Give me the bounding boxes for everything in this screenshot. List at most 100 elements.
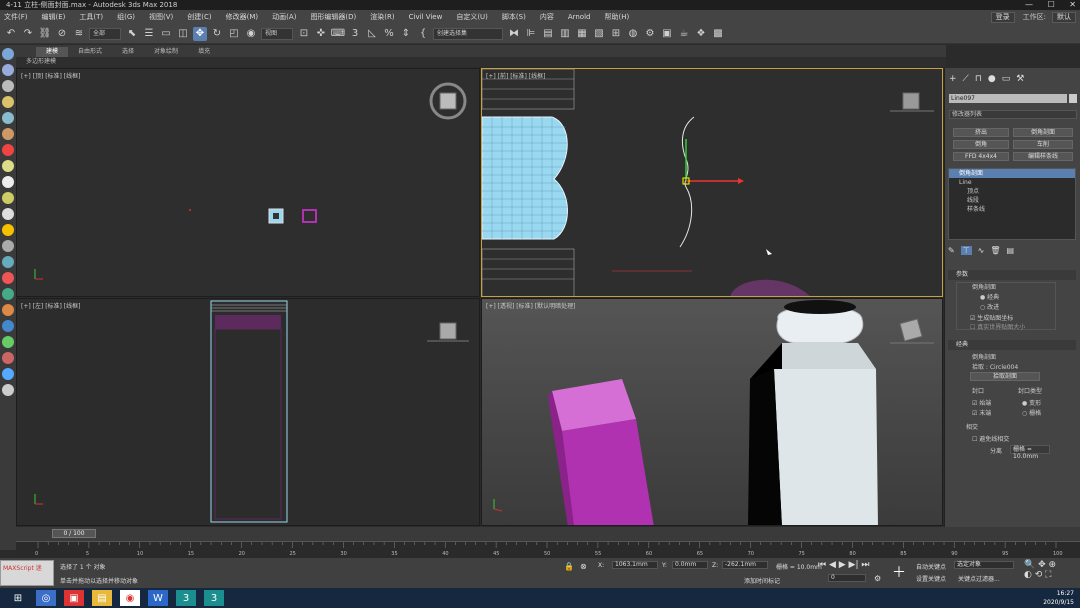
selection-filter-dropdown[interactable]: 全部 bbox=[89, 27, 121, 40]
menu-tools[interactable]: 工具(T) bbox=[79, 12, 103, 22]
cap-morph-radio[interactable]: ● 变形 bbox=[1022, 398, 1041, 407]
lathe-button[interactable]: 车削 bbox=[1013, 140, 1073, 149]
workspace-select[interactable]: 默认 bbox=[1052, 11, 1076, 23]
window-crossing-icon[interactable]: ◫ bbox=[176, 27, 190, 41]
separation-spinner[interactable]: 栅格 = 10.0mm bbox=[1010, 445, 1050, 460]
pin-stack-icon[interactable]: ✎ bbox=[948, 246, 955, 255]
create-tab-icon[interactable]: + bbox=[949, 74, 957, 84]
extrude-button[interactable]: 挤出 bbox=[953, 128, 1009, 137]
app-browser-icon[interactable]: ◎ bbox=[36, 590, 56, 606]
menu-modifiers[interactable]: 修改器(M) bbox=[226, 12, 259, 22]
modifier-list-dropdown[interactable]: 修改器列表 bbox=[949, 110, 1077, 119]
redo-icon[interactable]: ↷ bbox=[21, 27, 35, 41]
bind-warp-icon[interactable]: ≋ bbox=[72, 27, 86, 41]
helper-icon[interactable] bbox=[2, 144, 14, 156]
make-unique-icon[interactable]: ∿ bbox=[978, 246, 985, 255]
stack-item-segment[interactable]: 线段 bbox=[949, 196, 1075, 205]
playback-controls[interactable]: ⏮ ◀ ▶ ▶| ⏭ bbox=[818, 560, 869, 570]
avoid-intersect-checkbox[interactable]: ☐ 避免线相交 bbox=[972, 434, 1009, 443]
menu-help[interactable]: 帮助(H) bbox=[604, 12, 629, 22]
x-coord-field[interactable]: 1063.1mm bbox=[612, 561, 658, 569]
select-manipulate-icon[interactable]: ✜ bbox=[314, 27, 328, 41]
select-by-name-icon[interactable]: ☰ bbox=[142, 27, 156, 41]
file-explorer-icon[interactable]: ▤ bbox=[92, 590, 112, 606]
cap-start-checkbox[interactable]: ☑ 始端 bbox=[972, 398, 991, 407]
cone-icon[interactable] bbox=[2, 128, 14, 140]
rollout-classic[interactable]: 经典 bbox=[948, 340, 1076, 350]
hierarchy-tab-icon[interactable]: ⊓ bbox=[975, 74, 982, 84]
hierarchy-icon[interactable] bbox=[2, 320, 14, 332]
bevel-profile-button[interactable]: 倒角剖面 bbox=[1013, 128, 1073, 137]
y-coord-field[interactable]: 0.0mm bbox=[672, 561, 708, 569]
rendered-frame-icon[interactable]: ▣ bbox=[660, 27, 674, 41]
material-editor-icon[interactable]: ◍ bbox=[626, 27, 640, 41]
select-move-icon[interactable]: ✥ bbox=[193, 26, 207, 41]
angle-snap-icon[interactable]: ◺ bbox=[365, 27, 379, 41]
viewport-top[interactable]: [+] [顶] [标准] [线框] bbox=[16, 68, 480, 297]
stack-item-line[interactable]: Line bbox=[949, 178, 1075, 187]
maxscript-listener[interactable]: MAXScript 迷 bbox=[0, 560, 54, 586]
edit-named-selection-icon[interactable]: { bbox=[416, 27, 430, 41]
select-object-icon[interactable]: ⬉ bbox=[125, 27, 139, 41]
select-scale-icon[interactable]: ◰ bbox=[227, 27, 241, 41]
display-icon[interactable] bbox=[2, 352, 14, 364]
camera-icon[interactable] bbox=[2, 176, 14, 188]
tab-modeling[interactable]: 建模 bbox=[36, 47, 69, 57]
compound-icon[interactable] bbox=[2, 288, 14, 300]
display-tab-icon[interactable]: ▭ bbox=[1002, 74, 1011, 84]
time-slider[interactable]: 0 / 100 bbox=[52, 529, 96, 538]
radio-improved[interactable]: ○ 改进 bbox=[980, 302, 999, 311]
stack-item-vertex[interactable]: 顶点 bbox=[949, 187, 1075, 196]
minimize-icon[interactable]: — bbox=[1025, 0, 1033, 9]
pivot-center-icon[interactable]: ⊡ bbox=[297, 27, 311, 41]
toggle-scene-explorer-icon[interactable]: ▤ bbox=[541, 27, 555, 41]
motion-tab-icon[interactable]: ● bbox=[988, 74, 996, 84]
render-production-icon[interactable]: ☕ bbox=[677, 27, 691, 41]
radio-classic[interactable]: ● 经典 bbox=[980, 292, 999, 301]
place-icon[interactable]: ◉ bbox=[244, 27, 258, 41]
viewport-front[interactable]: [+] [前] [标准] [线框] bbox=[481, 68, 943, 297]
snaps-toggle-icon[interactable]: 3 bbox=[348, 27, 362, 41]
menu-rendering[interactable]: 渲染(R) bbox=[370, 12, 394, 22]
align-icon[interactable]: ⊫ bbox=[524, 27, 538, 41]
render-iterative-icon[interactable]: ❖ bbox=[694, 27, 708, 41]
set-key-big-icon[interactable]: ＋ bbox=[892, 562, 906, 582]
3dsmax-icon-1[interactable]: 3 bbox=[176, 590, 196, 606]
3dsmax-icon-2[interactable]: 3 bbox=[204, 590, 224, 606]
undo-icon[interactable]: ↶ bbox=[4, 27, 18, 41]
toggle-layer-explorer-icon[interactable]: ▥ bbox=[558, 27, 572, 41]
menu-group[interactable]: 组(G) bbox=[117, 12, 135, 22]
spinner-snap-icon[interactable]: ⇕ bbox=[399, 27, 413, 41]
cap-end-checkbox[interactable]: ☑ 末端 bbox=[972, 408, 991, 417]
user-login[interactable]: 登录 bbox=[990, 11, 1015, 23]
app-blue-icon[interactable]: W bbox=[148, 590, 168, 606]
tab-populate[interactable]: 填充 bbox=[188, 47, 220, 57]
spline-icon[interactable] bbox=[2, 256, 14, 268]
misc-icon[interactable] bbox=[2, 384, 14, 396]
isolate-icon[interactable]: ⊗ bbox=[580, 562, 587, 571]
real-world-checkbox[interactable]: ☐ 真实世界贴图大小 bbox=[970, 322, 1025, 331]
torus-icon[interactable] bbox=[2, 96, 14, 108]
cap-grid-radio[interactable]: ○ 栅格 bbox=[1022, 408, 1041, 417]
rollout-parameters[interactable]: 参数 bbox=[948, 270, 1076, 280]
edit-spline-button[interactable]: 编辑样条线 bbox=[1013, 152, 1073, 161]
shape-icon[interactable] bbox=[2, 240, 14, 252]
systems-icon[interactable] bbox=[2, 208, 14, 220]
menu-graph-editors[interactable]: 图形编辑器(D) bbox=[310, 12, 356, 22]
percent-snap-icon[interactable]: % bbox=[382, 27, 396, 41]
menu-civil-view[interactable]: Civil View bbox=[409, 13, 443, 21]
dynamics-icon[interactable] bbox=[2, 304, 14, 316]
viewport-nav-icons[interactable]: 🔍 ✥ ⊕ ◐ ⟲ ⛶ bbox=[1024, 560, 1056, 580]
utilities-icon[interactable] bbox=[2, 368, 14, 380]
viewport-perspective[interactable]: [+] [透视] [标准] [默认明暗处理] bbox=[481, 298, 943, 526]
bevel-button[interactable]: 倒角 bbox=[953, 140, 1009, 149]
time-slider-track[interactable] bbox=[16, 527, 1080, 541]
menu-views[interactable]: 视图(V) bbox=[149, 12, 173, 22]
tab-object-paint[interactable]: 对象绘制 bbox=[144, 47, 188, 57]
keyboard-shortcut-icon[interactable]: ⌨ bbox=[331, 27, 345, 41]
sun-icon[interactable] bbox=[2, 224, 14, 236]
app-red-icon[interactable]: ▣ bbox=[64, 590, 84, 606]
rect-selection-icon[interactable]: ▭ bbox=[159, 27, 173, 41]
menu-edit[interactable]: 编辑(E) bbox=[42, 12, 66, 22]
viewport-left[interactable]: [+] [左] [标准] [线框] bbox=[16, 298, 480, 526]
